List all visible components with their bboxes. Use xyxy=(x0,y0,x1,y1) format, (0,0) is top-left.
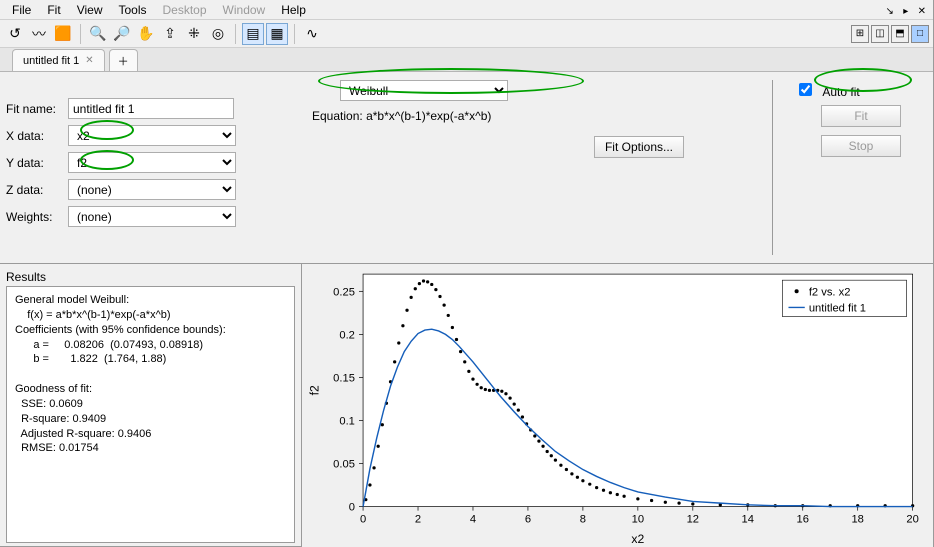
stop-button[interactable]: Stop xyxy=(821,135,901,157)
svg-text:0.15: 0.15 xyxy=(333,372,355,384)
svg-text:6: 6 xyxy=(525,514,531,526)
equation-label: Equation: xyxy=(312,109,363,123)
tab-bar: untitled fit 1 ✕ ＋ xyxy=(0,48,933,72)
zdata-select[interactable]: (none) xyxy=(68,179,236,200)
crosshair-icon[interactable]: ⁜ xyxy=(183,23,205,45)
layout-grid-icon[interactable]: ⊞ xyxy=(851,25,869,43)
toolbar: ↺ 〰 🟧 🔍 🔎 ✋ ⇪ ⁜ ◎ ▤ ▦ ∿ ⊞ ◫ ⬒ □ xyxy=(0,20,933,48)
dock-controls: ↘ ▸ ✕ xyxy=(883,3,930,17)
layout-single-icon[interactable]: □ xyxy=(911,25,929,43)
menu-help[interactable]: Help xyxy=(273,3,314,17)
chart-pane: 0 2 4 6 8 10 12 14 16 18 20 0 0.05 0.1 0.15 0.2 0.25 x2 f2… xyxy=(302,264,933,547)
plus-icon: ＋ xyxy=(118,53,129,69)
close-icon[interactable]: ✕ xyxy=(85,55,93,66)
svg-text:12: 12 xyxy=(687,514,699,526)
toolbar-brush-icon[interactable]: 〰 xyxy=(28,23,50,45)
autofit-label: Auto fit xyxy=(822,85,859,99)
menu-desktop[interactable]: Desktop xyxy=(155,3,215,17)
svg-text:0.25: 0.25 xyxy=(333,286,355,298)
svg-text:0.2: 0.2 xyxy=(339,329,355,341)
show-table-icon[interactable]: ▦ xyxy=(266,23,288,45)
svg-text:16: 16 xyxy=(797,514,809,526)
fitname-input[interactable] xyxy=(68,98,234,119)
results-and-chart: Results General model Weibull: f(x) = a*… xyxy=(0,264,933,547)
menu-fit[interactable]: Fit xyxy=(39,3,68,17)
svg-text:0.05: 0.05 xyxy=(333,459,355,471)
minimize-icon[interactable]: ▸ xyxy=(900,6,911,17)
svg-text:0.1: 0.1 xyxy=(339,416,355,428)
residuals-icon[interactable]: ∿ xyxy=(301,23,323,45)
zdata-label: Z data: xyxy=(6,183,68,197)
tab-fit-1[interactable]: untitled fit 1 ✕ xyxy=(12,49,105,71)
datatip-icon[interactable]: ⇪ xyxy=(159,23,181,45)
results-text: General model Weibull: f(x) = a*b*x^(b-1… xyxy=(6,286,295,543)
svg-text:untitled fit 1: untitled fit 1 xyxy=(809,303,866,315)
fit-type-select[interactable]: Weibull xyxy=(340,80,508,101)
svg-text:14: 14 xyxy=(742,514,754,526)
zoom-in-icon[interactable]: 🔍 xyxy=(87,23,109,45)
svg-text:18: 18 xyxy=(851,514,863,526)
pan-icon[interactable]: ✋ xyxy=(135,23,157,45)
autofit-checkbox[interactable] xyxy=(799,83,812,96)
fit-chart[interactable]: 0 2 4 6 8 10 12 14 16 18 20 0 0.05 0.1 0.15 0.2 0.25 x2 f2… xyxy=(302,264,933,547)
menu-window[interactable]: Window xyxy=(215,3,274,17)
menubar: File Fit View Tools Desktop Window Help … xyxy=(0,0,933,20)
undock-icon[interactable]: ↘ xyxy=(883,6,897,17)
fit-button[interactable]: Fit xyxy=(821,105,901,127)
svg-text:f2 vs. x2: f2 vs. x2 xyxy=(809,286,851,298)
tab-add[interactable]: ＋ xyxy=(109,49,138,71)
fit-config-panel: Fit name: X data: x2 Y data: f2 Z data: … xyxy=(0,72,933,264)
results-title: Results xyxy=(6,268,295,286)
svg-text:4: 4 xyxy=(470,514,476,526)
zoom-out-icon[interactable]: 🔎 xyxy=(111,23,133,45)
svg-text:x2: x2 xyxy=(631,532,644,546)
toolbar-palette-icon[interactable]: 🟧 xyxy=(52,23,74,45)
layout-split-v-icon[interactable]: ◫ xyxy=(871,25,889,43)
weights-label: Weights: xyxy=(6,210,68,224)
maximize-icon[interactable]: ✕ xyxy=(915,6,929,17)
menu-view[interactable]: View xyxy=(69,3,111,17)
tab-label: untitled fit 1 xyxy=(23,55,79,67)
svg-text:0: 0 xyxy=(360,514,366,526)
svg-text:20: 20 xyxy=(906,514,918,526)
svg-text:8: 8 xyxy=(580,514,586,526)
svg-text:10: 10 xyxy=(632,514,644,526)
xdata-select[interactable]: x2 xyxy=(68,125,236,146)
xdata-label: X data: xyxy=(6,129,68,143)
svg-text:f2: f2 xyxy=(307,385,321,395)
weights-select[interactable]: (none) xyxy=(68,206,236,227)
menu-file[interactable]: File xyxy=(4,3,39,17)
toolbar-rotate-icon[interactable]: ↺ xyxy=(4,23,26,45)
show-form-icon[interactable]: ▤ xyxy=(242,23,264,45)
ydata-select[interactable]: f2 xyxy=(68,152,236,173)
ydata-label: Y data: xyxy=(6,156,68,170)
menu-tools[interactable]: Tools xyxy=(110,3,154,17)
svg-text:2: 2 xyxy=(415,514,421,526)
fit-options-button[interactable]: Fit Options... xyxy=(594,136,684,158)
svg-text:0: 0 xyxy=(349,502,355,514)
layout-split-h-icon[interactable]: ⬒ xyxy=(891,25,909,43)
fitname-label: Fit name: xyxy=(6,102,68,116)
target-icon[interactable]: ◎ xyxy=(207,23,229,45)
equation-text: a*b*x^(b-1)*exp(-a*x^b) xyxy=(366,109,491,123)
